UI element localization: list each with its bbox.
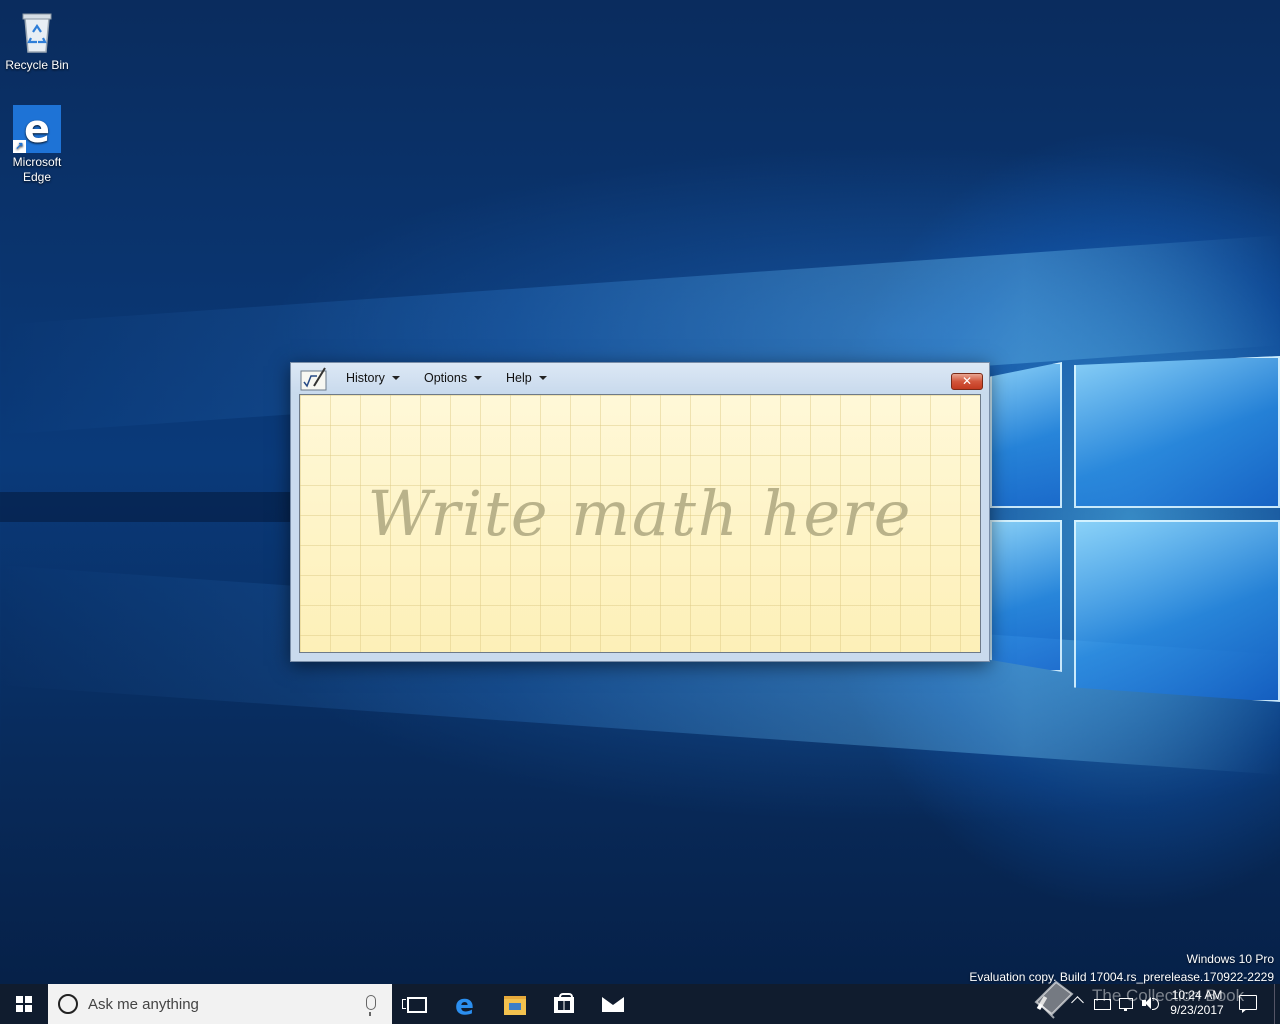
taskbar: Ask me anything e 10:24 AM 9/23/2017 The… (0, 980, 1280, 1024)
menu-label: History (346, 371, 385, 385)
desktop-icon-microsoft-edge[interactable]: e ↗ Microsoft Edge (1, 105, 73, 185)
edge-icon: e ↗ (13, 105, 61, 153)
menu-label: Options (424, 371, 468, 385)
search-input[interactable]: Ask me anything (88, 996, 199, 1013)
caret-down-icon (474, 376, 483, 380)
caret-down-icon (391, 376, 400, 380)
menu-history[interactable]: History (346, 371, 400, 385)
desktop-icon-label-line1: Microsoft (12, 155, 62, 169)
taskbar-clock[interactable]: 10:24 AM 9/23/2017 (1168, 988, 1226, 1018)
microphone-icon[interactable] (366, 995, 376, 1016)
show-desktop-button[interactable] (1274, 984, 1280, 1024)
close-button[interactable]: ✕ (951, 373, 983, 390)
clock-time: 10:24 AM (1171, 988, 1223, 1002)
caret-down-icon (538, 376, 547, 380)
start-button[interactable] (0, 984, 48, 1024)
taskbar-edge-button[interactable]: e (443, 984, 491, 1024)
task-view-icon (407, 997, 427, 1013)
menu-help[interactable]: Help (506, 371, 547, 385)
task-view-button[interactable] (392, 984, 440, 1024)
writing-area[interactable]: Write math here (299, 394, 981, 653)
logo-pane-top-left (990, 362, 1062, 508)
menu-options[interactable]: Options (424, 371, 483, 385)
touch-keyboard-icon[interactable] (1094, 996, 1111, 1010)
logo-pane-top-right (1074, 356, 1280, 508)
watermark-edition: Windows 10 Pro (1186, 952, 1274, 966)
recycle-bin-icon (13, 8, 61, 56)
shadow-band (0, 492, 300, 522)
math-input-panel-app-icon[interactable] (300, 366, 328, 392)
desktop-icon-recycle-bin[interactable]: Recycle Bin (1, 8, 73, 73)
windows-logo-icon (16, 996, 32, 1012)
taskbar-store-button[interactable] (540, 984, 588, 1024)
edge-icon: e (455, 988, 474, 1021)
close-icon: ✕ (961, 374, 973, 388)
desktop-icon-label: Recycle Bin (5, 58, 69, 72)
action-center-icon[interactable] (1239, 995, 1257, 1013)
title-bar[interactable]: History Options Help ✕ (291, 363, 989, 395)
volume-icon[interactable] (1142, 996, 1159, 1010)
cortana-search-box[interactable]: Ask me anything (48, 984, 392, 1024)
logo-pane-bottom-right (1074, 520, 1280, 702)
network-icon[interactable] (1118, 996, 1134, 1011)
taskbar-mail-button[interactable] (590, 984, 638, 1024)
writing-area-hint: Write math here (367, 477, 913, 550)
desktop-icon-label-line2: Edge (22, 170, 52, 184)
taskbar-file-explorer-button[interactable] (491, 984, 539, 1024)
cortana-icon (58, 994, 78, 1014)
windows-watermark: Windows 10 Pro Evaluation copy. Build 17… (969, 950, 1274, 986)
shortcut-arrow-icon: ↗ (13, 140, 26, 153)
menu-label: Help (506, 371, 532, 385)
clock-date: 9/23/2017 (1170, 1003, 1224, 1017)
logo-pane-bottom-left (990, 520, 1062, 672)
pen-workspace-icon[interactable] (1036, 995, 1052, 1011)
show-hidden-icons-chevron-icon[interactable] (1071, 996, 1084, 1009)
math-input-panel-window[interactable]: History Options Help ✕ Write math here (290, 362, 990, 662)
